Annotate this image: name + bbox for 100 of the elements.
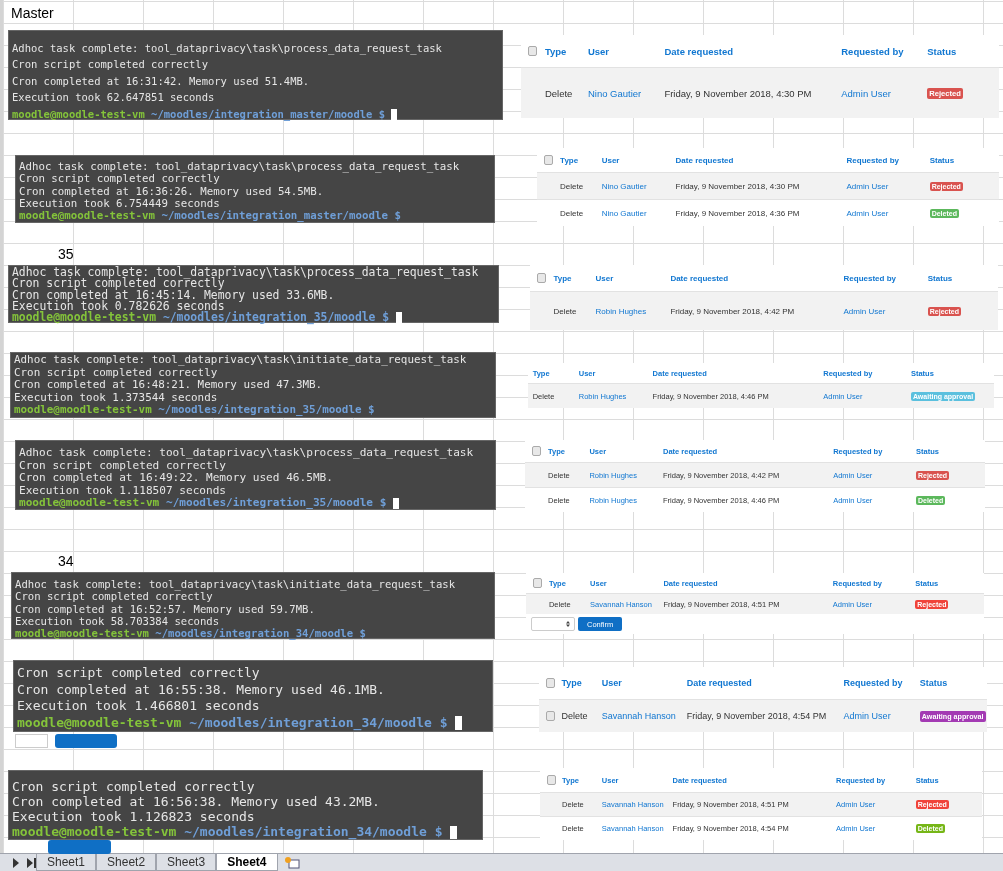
- terminal-line: Cron completed at 16:56:38. Memory used 43.2MB.: [12, 794, 381, 809]
- column-header[interactable]: Date requested: [664, 45, 733, 57]
- column-header[interactable]: Requested by: [843, 273, 896, 283]
- sheet-tab[interactable]: Sheet1: [36, 854, 97, 871]
- checkbox[interactable]: [545, 678, 555, 688]
- column-header[interactable]: Type: [561, 678, 582, 688]
- prompt-path: ~/moodles/integration_master/moodle $: [151, 107, 385, 120]
- terminal-line: Adhoc task complete: tool_dataprivacy\task\initiate_data_request_task: [15, 578, 457, 591]
- column-header[interactable]: User: [595, 273, 614, 283]
- sheet-tab[interactable]: Sheet3: [156, 854, 217, 871]
- checkbox[interactable]: [544, 155, 554, 165]
- select-fragment: [15, 734, 48, 748]
- button-fragment: [55, 734, 117, 748]
- user-link[interactable]: Nino Gautier: [601, 208, 647, 218]
- terminal-line: Execution took 6.754449 seconds: [19, 197, 220, 210]
- column-header[interactable]: Requested by: [841, 45, 904, 57]
- terminal-line: Adhoc task complete: tool_dataprivacy\task\process_data_request_task: [19, 161, 461, 174]
- select-field[interactable]: [531, 617, 575, 631]
- checkbox[interactable]: [532, 446, 541, 456]
- up-down-arrows-icon: [566, 621, 570, 627]
- table-cell: Delete: [560, 208, 584, 218]
- user-link[interactable]: Admin User: [843, 711, 891, 721]
- prompt-user: moodle@moodle-test-vm: [19, 496, 160, 510]
- terminal-line: Cron script completed correctly: [19, 173, 220, 186]
- column-header[interactable]: Type: [560, 155, 579, 165]
- column-header[interactable]: Type: [544, 45, 567, 57]
- button-fragment: [48, 840, 111, 854]
- column-header[interactable]: Requested by: [846, 155, 899, 165]
- prompt-path: ~/moodles/integration_35/moodle $: [158, 403, 375, 417]
- column-header[interactable]: User: [601, 155, 620, 165]
- cell-text: 35: [58, 246, 74, 262]
- prompt-path: ~/moodles/integration_35/moodle $: [165, 496, 387, 510]
- terminal-line: Cron script completed correctly: [15, 590, 213, 603]
- table-cell: Friday, 9 November 2018, 4:54 PM: [686, 711, 827, 721]
- terminal-line: Execution took 62.647851 seconds: [12, 90, 216, 106]
- prompt-user: moodle@moodle-test-vm: [19, 209, 155, 223]
- table-cell: Friday, 9 November 2018, 4:42 PM: [670, 306, 795, 316]
- column-header[interactable]: Requested by: [843, 678, 903, 688]
- table-cell: Friday, 9 November 2018, 4:30 PM: [664, 87, 812, 99]
- column-header[interactable]: User: [587, 45, 610, 57]
- terminal-line: Cron script completed correctly: [17, 665, 261, 682]
- table-cell: Delete: [560, 181, 584, 191]
- prompt-user: moodle@moodle-test-vm: [14, 403, 152, 417]
- checkbox[interactable]: [532, 578, 542, 588]
- sheet-tab[interactable]: Sheet4: [216, 854, 278, 871]
- terminal-line: Cron completed at 16:48:21. Memory used 47.3MB.: [14, 379, 324, 392]
- terminal-line: Execution took 1.126823 seconds: [12, 809, 256, 824]
- user-link[interactable]: Admin User: [846, 181, 889, 191]
- terminal-line: Execution took 1.466801 seconds: [17, 698, 261, 715]
- prompt-path: ~/moodles/integration_34/moodle $: [155, 627, 366, 640]
- column-header[interactable]: Status: [927, 273, 953, 283]
- column-header[interactable]: Date requested: [670, 273, 729, 283]
- new-sheet-icon[interactable]: [283, 856, 300, 869]
- table-cell: Delete: [544, 87, 573, 99]
- user-link[interactable]: Admin User: [841, 87, 891, 99]
- prompt-user: moodle@moodle-test-vm: [15, 627, 149, 640]
- terminal-line: Cron completed at 16:36:26. Memory used 54.5MB.: [19, 185, 325, 198]
- user-link[interactable]: Savannah Hanson: [601, 711, 676, 721]
- prompt-path: ~/moodles/integration_34/moodle $: [184, 824, 443, 839]
- column-header[interactable]: Type: [553, 273, 572, 283]
- terminal-line: Adhoc task complete: tool_dataprivacy\task\process_data_request_task: [19, 447, 475, 460]
- terminal-line: Cron completed at 16:52:57. Memory used 59.7MB.: [15, 602, 316, 615]
- column-header[interactable]: User: [601, 678, 622, 688]
- sheet-tab[interactable]: Sheet2: [96, 854, 157, 871]
- checkbox[interactable]: [546, 775, 556, 785]
- user-link[interactable]: Nino Gautier: [587, 87, 642, 99]
- user-link[interactable]: Admin User: [843, 306, 886, 316]
- prompt-user: moodle@moodle-test-vm: [12, 824, 177, 839]
- prompt-user: moodle@moodle-test-vm: [12, 310, 156, 325]
- terminal-line: Cron completed at 16:31:42. Memory used 51.4MB.: [12, 73, 311, 89]
- table-cell: Delete: [553, 306, 577, 316]
- table-cell: Friday, 9 November 2018, 4:30 PM: [675, 181, 800, 191]
- terminal-line: Adhoc task complete: tool_dataprivacy\task\initiate_data_request_task: [14, 354, 468, 367]
- table-cell: Delete: [561, 711, 588, 721]
- checkbox[interactable]: [528, 46, 538, 56]
- user-link[interactable]: Nino Gautier: [601, 181, 647, 191]
- terminal-line: Execution took 1.118507 seconds: [19, 484, 228, 497]
- terminal-line: Cron script completed correctly: [12, 278, 225, 290]
- prompt-user: moodle@moodle-test-vm: [17, 714, 182, 730]
- user-link[interactable]: Robin Hughes: [595, 306, 647, 316]
- column-header[interactable]: Date requested: [675, 155, 734, 165]
- column-header[interactable]: Status: [919, 678, 948, 688]
- prompt-user: moodle@moodle-test-vm: [12, 107, 145, 120]
- user-link[interactable]: Admin User: [846, 208, 889, 218]
- terminal-line: Cron script completed correctly: [12, 57, 209, 73]
- prompt-path: ~/moodles/integration_master/moodle $: [161, 209, 401, 223]
- cell-text: 34: [58, 553, 74, 569]
- terminal-line: Execution took 1.373544 seconds: [14, 391, 219, 404]
- next-sheet-icon[interactable]: [12, 857, 20, 868]
- terminal-line: Cron script completed correctly: [12, 779, 256, 794]
- checkbox[interactable]: [545, 711, 555, 721]
- terminal-line: Adhoc task complete: tool_dataprivacy\task\process_data_request_task: [12, 41, 443, 57]
- cell-text: Master: [11, 5, 54, 21]
- checkbox[interactable]: [537, 273, 547, 283]
- column-header[interactable]: Status: [929, 155, 955, 165]
- column-header[interactable]: Status: [927, 45, 957, 57]
- terminal-line: Execution took 58.703384 seconds: [15, 614, 220, 628]
- terminal-line: Cron script completed correctly: [19, 459, 227, 473]
- column-header[interactable]: Date requested: [686, 678, 752, 688]
- last-sheet-icon[interactable]: [26, 857, 36, 868]
